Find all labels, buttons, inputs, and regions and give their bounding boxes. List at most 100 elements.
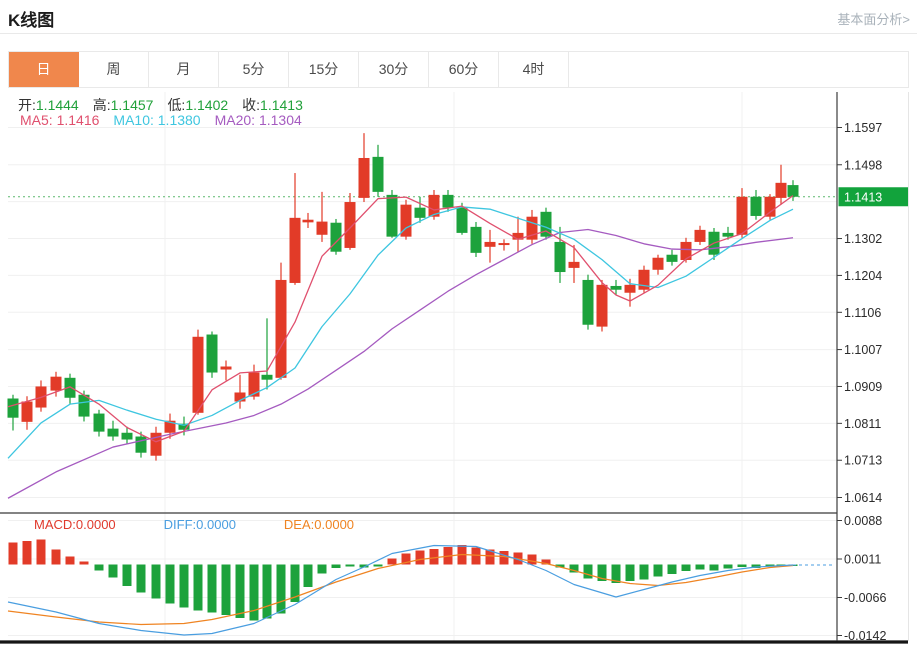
candle-body <box>330 222 342 252</box>
candle-body <box>554 241 566 273</box>
macd-bar <box>387 558 397 565</box>
macd-bar <box>373 564 383 567</box>
macd-bar <box>415 550 425 565</box>
macd-bar <box>108 564 118 578</box>
candle-body <box>470 226 482 253</box>
candle-body <box>302 219 314 223</box>
macd-bar <box>207 564 217 613</box>
candle-body <box>498 243 510 246</box>
macd-bar <box>8 542 18 565</box>
page-title: K线图 <box>8 11 55 30</box>
candle-body <box>736 196 748 235</box>
macd-bar <box>499 551 509 565</box>
macd-bar <box>151 564 161 599</box>
macd-bar <box>262 564 272 619</box>
macd-bar <box>527 554 537 565</box>
macd-bar <box>249 564 259 621</box>
ma10-line <box>7 206 794 459</box>
macd-bar <box>429 549 439 565</box>
macd-bar <box>471 547 481 565</box>
price-tick-label: 1.1302 <box>844 232 882 246</box>
candle-body <box>414 207 426 218</box>
candle-body <box>358 157 370 198</box>
macd-bar <box>667 564 677 574</box>
candle-body <box>624 284 636 293</box>
macd-bar <box>94 564 104 571</box>
timeframe-tabs: 日周月 5分 15分 30分 60分 4时 <box>8 51 909 88</box>
candle-body <box>220 366 232 370</box>
macd-bar <box>695 564 705 570</box>
kline-chart[interactable]: 1.1597 1.1498 1.1302 1.1204 1.1106 1.1007 1.09… <box>0 88 917 647</box>
price-tick-label: 1.0811 <box>844 417 881 431</box>
candle-body <box>107 428 119 437</box>
candle-body <box>248 372 260 397</box>
tab-15min[interactable]: 15分 <box>289 52 359 87</box>
tab-30min[interactable]: 30分 <box>359 52 429 87</box>
fundamental-analysis-link[interactable]: 基本面分析> <box>837 9 910 28</box>
macd-tick-label: 0.0088 <box>844 514 882 528</box>
tab-day[interactable]: 日 <box>9 52 79 87</box>
candle-body <box>442 194 454 208</box>
macd-value: MACD:0.0000 <box>34 517 116 532</box>
candle-body <box>694 229 706 242</box>
candle-body <box>787 185 799 197</box>
candle-body <box>775 182 787 198</box>
tab-week[interactable]: 周 <box>79 52 149 87</box>
candle-body <box>135 436 147 453</box>
macd-bar <box>653 564 663 577</box>
tab-5min[interactable]: 5分 <box>219 52 289 87</box>
macd-bar <box>235 564 245 618</box>
candle-body <box>372 156 384 192</box>
macd-bar <box>639 564 649 580</box>
ma20-value: MA20: 1.1304 <box>214 112 302 128</box>
macd-legend: MACD:0.0000 DIFF:0.0000 DEA:0.0000 <box>34 517 354 532</box>
price-tick-label: 1.1106 <box>844 306 881 320</box>
ma-legend: MA5: 1.1416 MA10: 1.1380 MA20: 1.1304 <box>20 112 302 128</box>
candle-body <box>21 401 33 422</box>
tab-4hour[interactable]: 4时 <box>499 52 569 87</box>
price-tick-label: 1.0909 <box>844 380 882 394</box>
candle-body <box>666 254 678 262</box>
candle-body <box>7 398 19 418</box>
tab-month[interactable]: 月 <box>149 52 219 87</box>
macd-tick-label: 0.0011 <box>844 553 881 567</box>
macd-bar <box>36 539 46 565</box>
ma10-value: MA10: 1.1380 <box>113 112 201 128</box>
candle-body <box>764 196 776 217</box>
header-divider <box>0 33 917 34</box>
candle-body <box>582 279 594 325</box>
macd-bar <box>317 564 327 574</box>
macd-bar <box>737 564 747 567</box>
candle-body <box>261 374 273 380</box>
price-tick-label: 1.1498 <box>844 158 882 172</box>
macd-bar <box>22 541 32 565</box>
candle-body <box>206 334 218 373</box>
candle-body <box>610 285 622 290</box>
macd-bar <box>136 564 146 593</box>
candle-body <box>456 207 468 233</box>
candle-body <box>50 376 62 391</box>
candle-body <box>386 194 398 237</box>
macd-bar <box>79 561 89 565</box>
candle-body <box>275 279 287 378</box>
macd-bar <box>221 564 231 615</box>
macd-bar <box>65 556 75 565</box>
macd-bar <box>122 564 132 586</box>
macd-bar <box>681 564 691 571</box>
macd-bar <box>179 564 189 608</box>
ma5-value: MA5: 1.1416 <box>20 112 100 128</box>
candle-body <box>596 284 608 327</box>
dea-value: DEA:0.0000 <box>283 517 355 532</box>
candle-body <box>121 432 133 440</box>
macd-bar <box>625 564 635 581</box>
candle-body <box>289 217 301 283</box>
price-tick-label: 1.1204 <box>844 269 882 283</box>
candle-body <box>750 196 762 216</box>
macd-tick-label: -0.0066 <box>844 591 886 605</box>
macd-bar <box>303 564 313 587</box>
macd-bar <box>709 564 719 571</box>
price-tick-label: 1.1007 <box>844 343 882 357</box>
current-price-label: 1.1413 <box>844 190 882 204</box>
tab-60min[interactable]: 60分 <box>429 52 499 87</box>
candle-body <box>568 261 580 268</box>
